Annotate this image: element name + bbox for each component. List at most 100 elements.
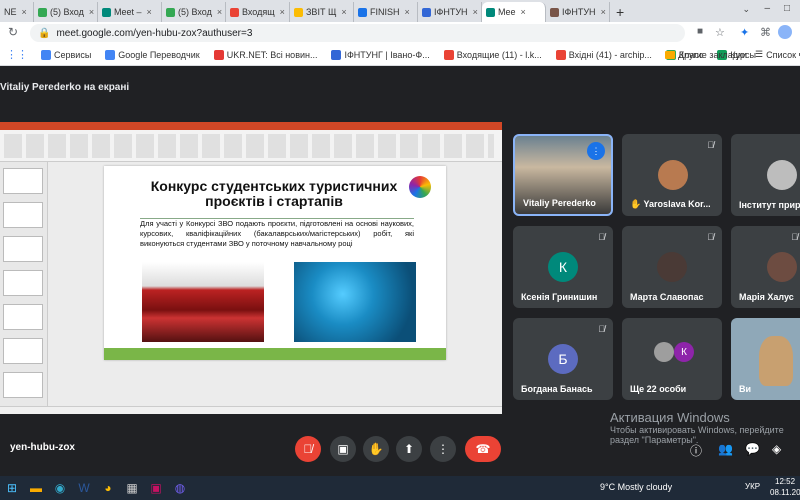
other-bookmarks[interactable]: Другие закладки: [665, 50, 747, 60]
powerpoint-ribbon: [0, 122, 502, 162]
tab-close-icon[interactable]: ×: [22, 7, 27, 17]
chat-icon[interactable]: 💬: [745, 442, 760, 456]
ribbon-tools: [4, 134, 494, 158]
slide-thumbnail[interactable]: [3, 270, 43, 296]
browser-tab[interactable]: (5) Вход ×: [34, 2, 98, 22]
lock-icon: 🔒: [38, 27, 51, 39]
info-icon[interactable]: ⓘ: [690, 442, 702, 459]
tab-label: ЗВІТ Щ: [306, 7, 337, 17]
avatar: [767, 252, 797, 282]
slide-thumbnail[interactable]: [3, 304, 43, 330]
bookmark-label: Вхідні (41) - archip...: [568, 49, 652, 60]
puzzle-icon[interactable]: ⌘: [760, 26, 771, 39]
star-icon[interactable]: ☆: [715, 26, 725, 39]
raise-hand-button[interactable]: ✋: [363, 436, 389, 462]
windows-taskbar: ⊞ ▬ ◉ W ◕ ▦ ▣ ◍ 9°C Mostly cloudy УКР 12…: [0, 476, 800, 500]
reading-list-label: Список ч: [766, 49, 800, 60]
participant-tile[interactable]: Інститут прир: [731, 134, 800, 216]
browser-tab[interactable]: Входящ ×: [226, 2, 290, 22]
tab-close-icon[interactable]: ×: [280, 7, 285, 17]
present-button[interactable]: ⬆: [396, 436, 422, 462]
people-icon[interactable]: 👥: [718, 442, 733, 456]
chevron-down-icon[interactable]: ⌄: [742, 4, 750, 15]
new-tab-button[interactable]: +: [616, 2, 624, 22]
tab-close-icon[interactable]: ×: [405, 7, 410, 17]
url-field[interactable]: 🔒 meet.google.com/yen-hubu-zox?authuser=…: [30, 24, 685, 42]
reload-icon[interactable]: ↻: [8, 25, 18, 39]
tab-close-icon[interactable]: ×: [147, 7, 152, 17]
maximize-icon[interactable]: □: [784, 3, 790, 14]
tab-favicon-icon: [486, 7, 495, 17]
participant-tile[interactable]: ⋮ Vitaliy Perederko: [513, 134, 613, 216]
bookmark-favicon-icon: [443, 49, 454, 60]
clock-time[interactable]: 12:52: [775, 477, 795, 486]
participant-tile[interactable]: 🎙̸ ✋ Yaroslava Kor...: [622, 134, 722, 216]
tab-close-icon[interactable]: ×: [601, 7, 606, 17]
more-options-button[interactable]: ⋮: [430, 436, 456, 462]
profile-avatar[interactable]: [778, 25, 792, 39]
bookmark-favicon-icon: [555, 49, 566, 60]
edge-icon[interactable]: ◉: [48, 476, 72, 500]
browser-tab[interactable]: ІФНТУН ×: [418, 2, 482, 22]
slide-thumbnail[interactable]: [3, 236, 43, 262]
participant-tile[interactable]: 🎙̸ К Ксенія Гринишин: [513, 226, 613, 308]
chrome-icon[interactable]: ◕: [96, 476, 120, 500]
tab-close-icon[interactable]: ×: [521, 7, 526, 17]
bookmark-item[interactable]: Входящие (11) - l.k...: [437, 49, 549, 60]
apps-icon[interactable]: ⋮⋮: [0, 48, 34, 61]
bookmark-item[interactable]: Вхідні (41) - archip...: [549, 49, 659, 60]
slide-logo-icon: [409, 176, 431, 198]
tab-favicon-icon: [294, 7, 303, 17]
slide-thumbnail[interactable]: [3, 202, 43, 228]
bookmark-item[interactable]: UKR.NET: Всі новин...: [207, 49, 325, 60]
file-explorer-icon[interactable]: ▬: [24, 476, 48, 500]
word-icon[interactable]: W: [72, 476, 96, 500]
weather-text[interactable]: 9°C Mostly cloudy: [600, 482, 672, 492]
language-indicator[interactable]: УКР: [745, 482, 760, 491]
viber-icon[interactable]: ◍: [168, 476, 192, 500]
participant-tile[interactable]: 🎙̸ Марія Халус: [731, 226, 800, 308]
participant-name-text: Yaroslava Kor...: [643, 199, 711, 209]
avatar: К: [548, 252, 578, 282]
bookmark-item[interactable]: Сервисы: [34, 49, 98, 60]
windows-start-icon[interactable]: ⊞: [0, 476, 24, 500]
browser-tab[interactable]: FINISH ×: [354, 2, 418, 22]
books-image: [142, 262, 264, 342]
mic-off-button[interactable]: 🎙̸: [295, 436, 321, 462]
tab-label: (5) Вход: [50, 7, 84, 17]
browser-tab[interactable]: Mee ×: [482, 2, 546, 22]
tab-close-icon[interactable]: ×: [473, 7, 478, 17]
presenter-label: Vitaliy Perederko на екрані: [0, 82, 129, 93]
browser-tab[interactable]: (5) Вход ×: [162, 2, 226, 22]
bookmark-item[interactable]: Google Переводчик: [98, 49, 206, 60]
participant-tile[interactable]: 🎙̸ Б Богдана Банась: [513, 318, 613, 400]
camera-permission-icon[interactable]: ■: [697, 26, 703, 37]
extension-icon[interactable]: ✦: [740, 26, 749, 39]
self-tile[interactable]: Ви: [731, 318, 800, 400]
browser-tab[interactable]: NE ×: [0, 2, 34, 22]
ribbon-title-bar: [0, 122, 502, 130]
bookmark-item[interactable]: ІФНТУНГ | Івано-Ф...: [324, 49, 436, 60]
camera-button[interactable]: ▣: [330, 436, 356, 462]
tab-close-icon[interactable]: ×: [341, 7, 346, 17]
clock-date[interactable]: 08.11.20: [770, 488, 800, 497]
reading-list[interactable]: ☰ Список ч: [755, 49, 800, 60]
browser-tab[interactable]: Meet – ×: [98, 2, 162, 22]
save-icon[interactable]: ▣: [144, 476, 168, 500]
minimize-icon[interactable]: –: [764, 3, 770, 14]
url-text: meet.google.com/yen-hubu-zox?authuser=3: [56, 27, 253, 39]
tab-close-icon[interactable]: ×: [217, 7, 222, 17]
technology-image: [294, 262, 416, 342]
participant-tile[interactable]: 🎙̸ Марта Славопас: [622, 226, 722, 308]
activities-icon[interactable]: ◈: [772, 442, 781, 456]
browser-tab[interactable]: ЗВІТ Щ ×: [290, 2, 354, 22]
leave-call-button[interactable]: ☎: [465, 436, 501, 462]
tab-close-icon[interactable]: ×: [89, 7, 94, 17]
browser-tab[interactable]: ІФНТУН ×: [546, 2, 610, 22]
bookmark-label: Входящие (11) - l.k...: [456, 49, 542, 60]
slide-thumbnail[interactable]: [3, 372, 43, 398]
calculator-icon[interactable]: ▦: [120, 476, 144, 500]
slide-thumbnail[interactable]: [3, 338, 43, 364]
slide-thumbnail[interactable]: [3, 168, 43, 194]
more-participants-tile[interactable]: К Ще 22 особи: [622, 318, 722, 400]
